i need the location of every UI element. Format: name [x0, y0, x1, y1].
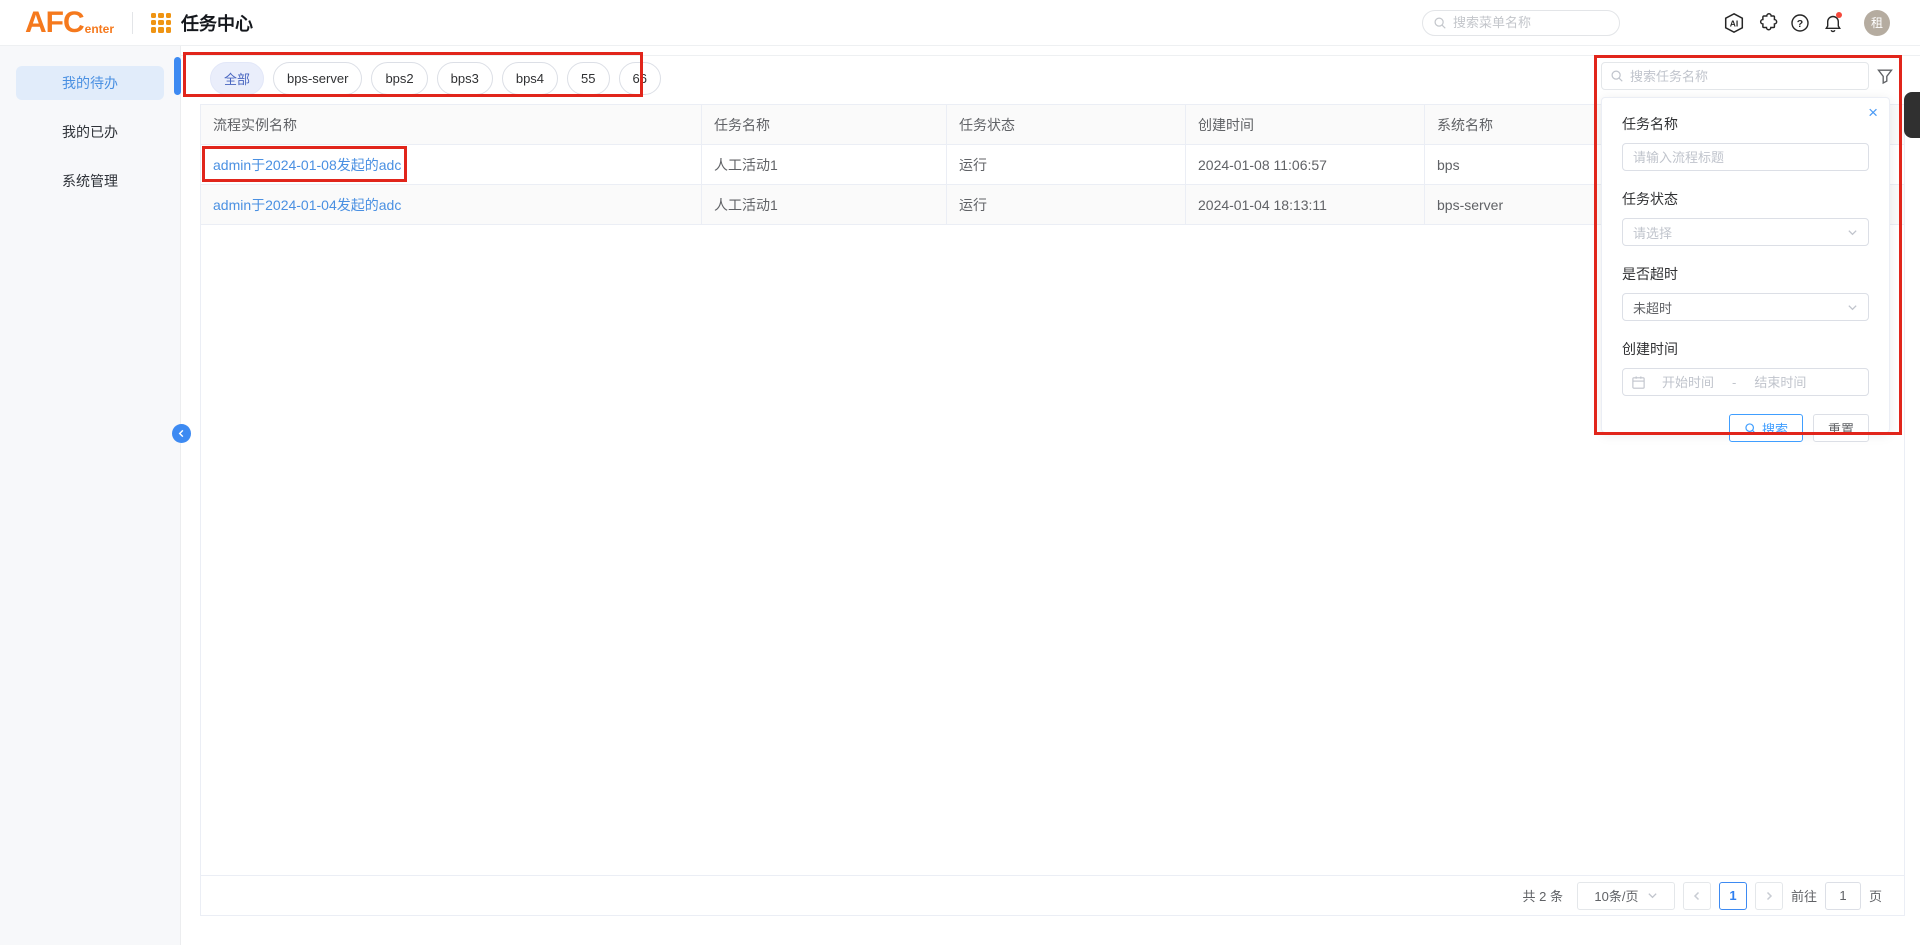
total-count: 共 2 条	[1523, 886, 1563, 905]
filter-group-task-name: 任务名称	[1622, 114, 1869, 171]
calendar-icon	[1631, 375, 1646, 390]
sidebar-item-system-admin[interactable]: 系统管理	[16, 164, 164, 198]
timeout-select[interactable]: 未超时	[1622, 293, 1869, 321]
app-grid-icon[interactable]	[151, 13, 171, 33]
created-cell: 2024-01-08 11:06:57	[1186, 145, 1425, 185]
search-icon	[1744, 422, 1757, 435]
filter-buttons: 搜索 重置	[1622, 414, 1869, 442]
chip-bps3[interactable]: bps3	[437, 62, 493, 95]
help-icon[interactable]: ?	[1789, 12, 1811, 34]
menu-search-box[interactable]	[1422, 10, 1620, 36]
reset-button[interactable]: 重置	[1813, 414, 1869, 442]
instance-link[interactable]: admin于2024-01-08发起的adc	[213, 155, 401, 175]
next-page-button[interactable]	[1755, 882, 1783, 910]
sidebar-item-my-todo[interactable]: 我的待办	[16, 66, 164, 100]
created-cell: 2024-01-04 18:13:11	[1186, 185, 1425, 225]
col-header-instance: 流程实例名称	[201, 105, 702, 145]
search-icon	[1433, 16, 1447, 30]
content-top-divider	[181, 55, 1920, 56]
notification-bell-icon[interactable]	[1822, 12, 1844, 34]
goto-label: 前往	[1791, 886, 1817, 905]
chip-all[interactable]: 全部	[210, 62, 264, 95]
col-header-task: 任务名称	[702, 105, 947, 145]
notification-dot	[1836, 12, 1842, 18]
logo-sub-text: enter	[85, 22, 114, 36]
chip-bps2[interactable]: bps2	[371, 62, 427, 95]
search-icon	[1610, 69, 1624, 83]
chip-55[interactable]: 55	[567, 62, 609, 95]
filter-group-created-time: 创建时间 -	[1622, 339, 1869, 396]
scrollbar-thumb[interactable]	[1904, 92, 1920, 138]
page-title: 任务中心	[181, 10, 253, 36]
task-search-box[interactable]	[1601, 62, 1869, 90]
menu-search-input[interactable]	[1453, 15, 1609, 30]
afcenter-logo[interactable]: AFC enter	[25, 9, 114, 37]
logo-main-text: AFC	[25, 9, 84, 37]
chevron-down-icon	[1647, 890, 1658, 901]
topbar-icons: AI ? 租	[1723, 10, 1890, 36]
chip-bps4[interactable]: bps4	[502, 62, 558, 95]
filter-funnel-icon[interactable]	[1876, 67, 1894, 85]
chip-bps-server[interactable]: bps-server	[273, 62, 362, 95]
prev-page-button[interactable]	[1683, 882, 1711, 910]
active-section-accent-bar	[174, 57, 181, 95]
col-header-created: 创建时间	[1186, 105, 1425, 145]
task-name-cell: 人工活动1	[702, 185, 947, 225]
task-center-page: AFC enter 任务中心 AI	[0, 0, 1920, 945]
col-header-status: 任务状态	[947, 105, 1186, 145]
chevron-left-icon	[1692, 891, 1702, 901]
page-unit-label: 页	[1869, 886, 1882, 905]
task-name-cell: 人工活动1	[702, 145, 947, 185]
chevron-down-icon	[1847, 227, 1858, 238]
page-number-1[interactable]: 1	[1719, 882, 1747, 910]
avatar[interactable]: 租	[1864, 10, 1890, 36]
topbar: AFC enter 任务中心 AI	[0, 0, 1920, 46]
task-status-label: 任务状态	[1622, 189, 1869, 209]
chevron-down-icon	[1847, 302, 1858, 313]
task-name-input[interactable]	[1622, 143, 1869, 171]
date-range-picker[interactable]: -	[1622, 368, 1869, 396]
sidebar: 我的待办 我的已办 系统管理	[0, 46, 181, 945]
close-icon[interactable]: ×	[1868, 104, 1878, 121]
search-button[interactable]: 搜索	[1729, 414, 1803, 442]
filter-panel: × 任务名称 任务状态 请选择 是否超时 未超时 创建时	[1601, 97, 1890, 433]
plugin-puzzle-icon[interactable]	[1756, 12, 1778, 34]
topbar-divider	[132, 12, 133, 34]
status-cell: 运行	[947, 185, 1186, 225]
pagination-bar: 共 2 条 10条/页 1 前往 页	[201, 875, 1904, 915]
start-time-input[interactable]	[1646, 375, 1730, 390]
sidebar-item-my-done[interactable]: 我的已办	[16, 115, 164, 149]
chip-66[interactable]: 66	[619, 62, 661, 95]
page-size-select[interactable]: 10条/页	[1577, 882, 1675, 910]
end-time-input[interactable]	[1738, 375, 1822, 390]
range-separator: -	[1732, 375, 1736, 390]
created-time-label: 创建时间	[1622, 339, 1869, 359]
chevron-left-icon	[177, 429, 186, 438]
filter-group-task-status: 任务状态 请选择	[1622, 189, 1869, 246]
instance-link[interactable]: admin于2024-01-04发起的adc	[213, 195, 401, 215]
task-search-input[interactable]	[1630, 69, 1860, 84]
svg-text:?: ?	[1797, 18, 1803, 30]
svg-text:AI: AI	[1730, 18, 1739, 28]
goto-page-input[interactable]	[1825, 882, 1861, 910]
task-name-label: 任务名称	[1622, 114, 1869, 134]
sidebar-collapse-toggle[interactable]	[172, 424, 191, 443]
timeout-label: 是否超时	[1622, 264, 1869, 284]
task-status-select[interactable]: 请选择	[1622, 218, 1869, 246]
chevron-right-icon	[1764, 891, 1774, 901]
system-filter-chips: 全部 bps-server bps2 bps3 bps4 55 66	[210, 62, 661, 95]
filter-group-timeout: 是否超时 未超时	[1622, 264, 1869, 321]
ai-assistant-icon[interactable]: AI	[1723, 12, 1745, 34]
status-cell: 运行	[947, 145, 1186, 185]
